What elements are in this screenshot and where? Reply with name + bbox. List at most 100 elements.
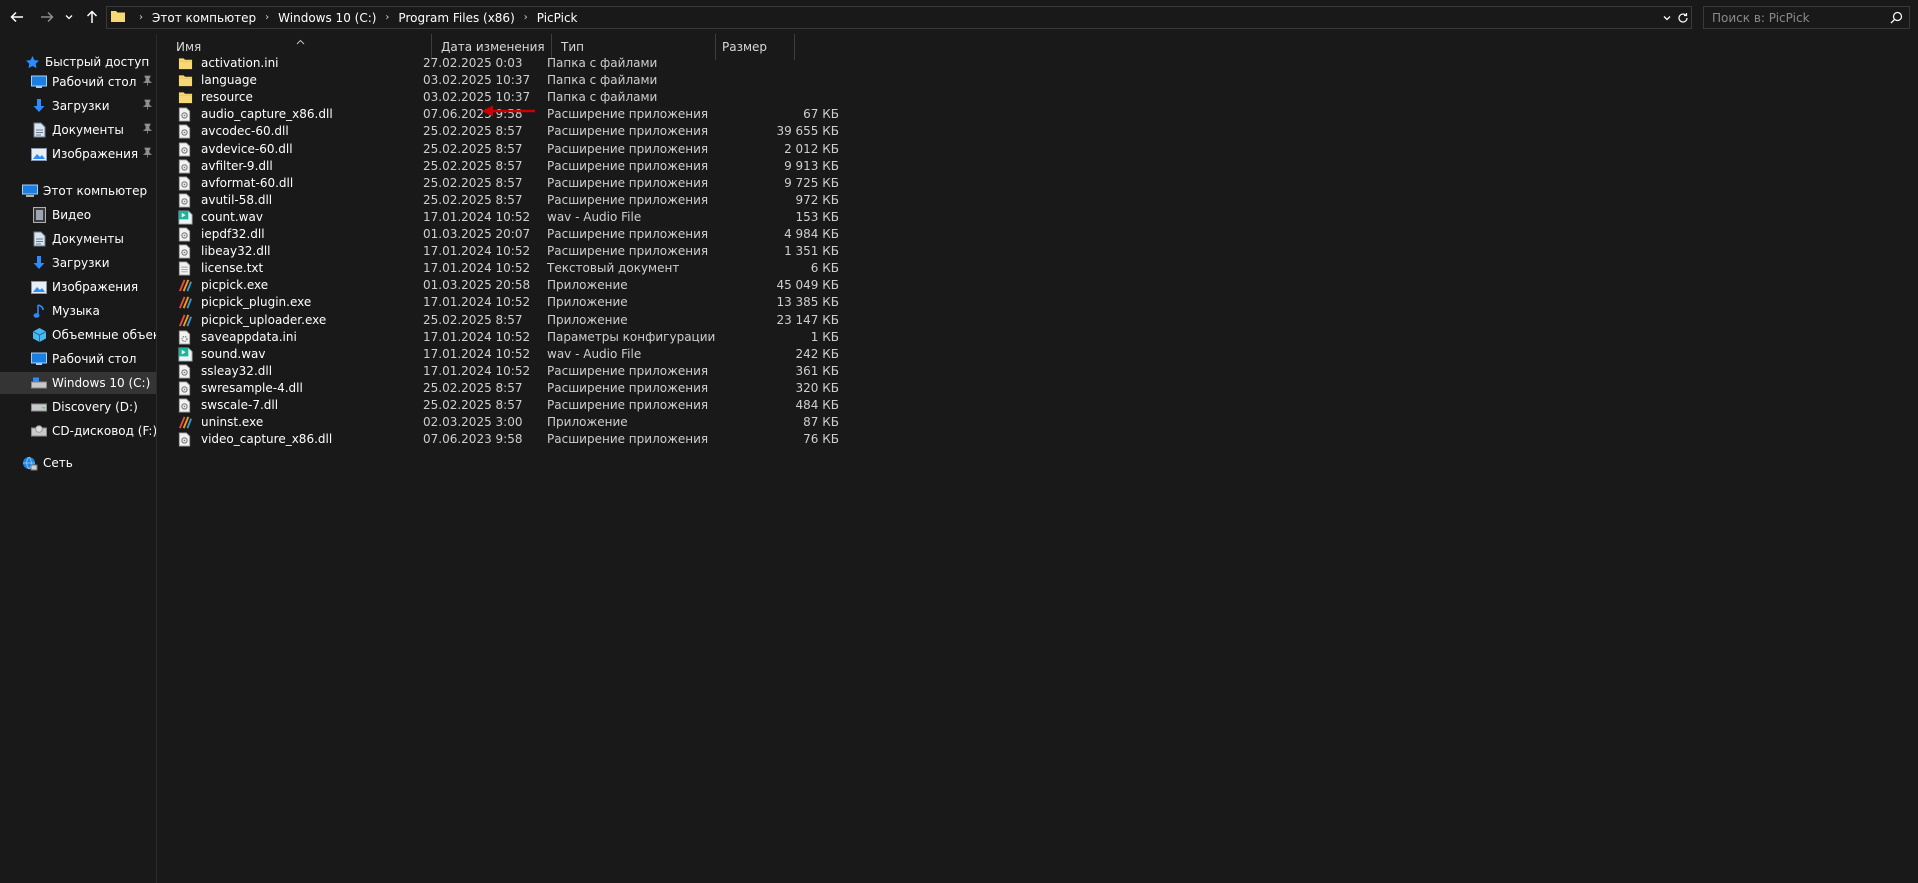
sidebar-item-label: Сеть xyxy=(43,456,73,470)
drive-icon xyxy=(31,375,47,391)
pictures-icon xyxy=(31,146,47,162)
dll-icon xyxy=(178,193,193,208)
breadcrumb-item[interactable]: Этот компьютер xyxy=(152,11,256,25)
sidebar-item-documents[interactable]: Документы xyxy=(0,119,156,141)
sidebar-item-label: Документы xyxy=(52,123,124,137)
chevron-right-icon[interactable]: › xyxy=(524,12,528,23)
address-dropdown-button[interactable] xyxy=(1659,7,1675,28)
dll-icon xyxy=(178,364,193,379)
sidebar-item-label: Документы xyxy=(52,232,124,246)
sidebar-item-music[interactable]: Музыка xyxy=(0,300,156,322)
star-icon xyxy=(24,54,40,70)
sidebar-item-label: Windows 10 (C:) xyxy=(52,376,151,390)
download-icon xyxy=(31,98,47,114)
address-toolbar: › Этот компьютер › Windows 10 (C:) › Pro… xyxy=(0,0,1918,34)
file-row[interactable]: video_capture_x86.dll 07.06.2023 9:58 Расш… xyxy=(172,429,852,450)
folder-icon xyxy=(178,56,193,71)
sidebar-item-label: CD-дисковод (F:) xyxy=(52,424,156,438)
search-input[interactable] xyxy=(1712,10,1872,25)
sidebar-item-network[interactable]: Сеть xyxy=(0,452,156,474)
folder-icon xyxy=(178,90,193,105)
search-box[interactable] xyxy=(1703,6,1910,29)
sidebar-item-pictures[interactable]: Изображения xyxy=(0,143,156,165)
pin-icon[interactable] xyxy=(142,99,153,113)
audio-file-icon xyxy=(178,210,193,225)
music-icon xyxy=(31,303,47,319)
chevron-right-icon[interactable]: › xyxy=(265,12,269,23)
desktop-icon xyxy=(31,74,47,90)
sidebar-item-pictures[interactable]: Изображения xyxy=(0,276,156,298)
sidebar-item-cd-drive[interactable]: CD-дисковод (F:) xyxy=(0,420,156,442)
column-header-label: Имя xyxy=(176,40,202,54)
sidebar-item-downloads[interactable]: Загрузки xyxy=(0,252,156,274)
documents-icon xyxy=(31,122,47,138)
search-icon[interactable] xyxy=(1890,11,1903,27)
folder-icon xyxy=(110,8,126,27)
dll-icon xyxy=(178,159,193,174)
breadcrumb-item[interactable]: Windows 10 (C:) xyxy=(278,11,376,25)
sidebar-item-video[interactable]: Видео xyxy=(0,204,156,226)
dll-icon xyxy=(178,141,193,157)
sidebar-item-label: Этот компьютер xyxy=(43,184,148,198)
sidebar-item-drive-c[interactable]: Windows 10 (C:) xyxy=(0,372,156,394)
dll-icon xyxy=(178,124,193,139)
audio-file-icon xyxy=(178,347,193,362)
network-icon xyxy=(22,455,38,471)
cd-drive-icon xyxy=(31,423,47,439)
video-icon xyxy=(31,207,47,223)
sidebar-item-documents[interactable]: Документы xyxy=(0,228,156,250)
3d-objects-icon xyxy=(31,327,47,343)
drive-icon xyxy=(31,399,47,415)
dll-icon xyxy=(178,398,193,413)
breadcrumb-item[interactable]: Program Files (x86) xyxy=(398,11,514,25)
sidebar-item-label: Видео xyxy=(52,208,92,222)
sidebar-item-downloads[interactable]: Загрузки xyxy=(0,95,156,117)
sidebar-item-label: Рабочий стол xyxy=(52,352,137,366)
chevron-right-icon: › xyxy=(139,12,143,23)
sidebar-item-3d-objects[interactable]: Объемные объекты xyxy=(0,324,156,346)
pin-icon[interactable] xyxy=(142,123,153,137)
forward-button[interactable] xyxy=(36,6,58,28)
refresh-button[interactable] xyxy=(1675,7,1691,28)
sidebar-item-label: Изображения xyxy=(52,147,139,161)
breadcrumb: › Этот компьютер › Windows 10 (C:) › Pro… xyxy=(130,11,578,25)
picpick-app-icon xyxy=(178,278,193,293)
dll-icon xyxy=(178,227,193,242)
address-bar[interactable]: › Этот компьютер › Windows 10 (C:) › Pro… xyxy=(106,6,1692,29)
up-button[interactable] xyxy=(81,6,103,28)
pictures-icon xyxy=(31,279,47,295)
sidebar-item-drive-d[interactable]: Discovery (D:) xyxy=(0,396,156,418)
navigation-pane: Быстрый доступ Рабочий стол Загрузки Док… xyxy=(0,34,157,883)
download-icon xyxy=(31,255,47,271)
file-name: video_capture_x86.dll xyxy=(201,432,333,447)
documents-icon xyxy=(31,231,47,247)
pin-icon[interactable] xyxy=(142,75,153,89)
chevron-right-icon[interactable]: › xyxy=(385,12,389,23)
dll-icon xyxy=(178,107,193,122)
sidebar-item-this-pc[interactable]: Этот компьютер xyxy=(0,180,156,202)
chevron-down-icon xyxy=(1663,15,1671,20)
dll-icon xyxy=(178,432,193,447)
sidebar-item-quick-access[interactable]: Быстрый доступ xyxy=(0,51,156,73)
dll-icon xyxy=(178,381,193,396)
file-date-modified: 07.06.2023 9:58 xyxy=(423,432,523,447)
sidebar-item-desktop[interactable]: Рабочий стол xyxy=(0,348,156,370)
config-file-icon xyxy=(178,330,193,345)
recent-locations-button[interactable] xyxy=(62,6,76,28)
sidebar-item-label: Discovery (D:) xyxy=(52,400,138,414)
dll-icon xyxy=(178,244,193,259)
sidebar-item-desktop[interactable]: Рабочий стол xyxy=(0,71,156,93)
sidebar-item-label: Загрузки xyxy=(52,99,110,113)
breadcrumb-item[interactable]: PicPick xyxy=(537,11,578,25)
sidebar-item-label: Объемные объекты xyxy=(52,328,156,342)
back-button[interactable] xyxy=(6,6,28,28)
annotation-arrow xyxy=(482,105,535,117)
column-header-label: Тип xyxy=(561,40,584,54)
file-list-pane: Имя Дата изменения Тип Размер activation… xyxy=(158,34,1918,883)
sidebar-item-label: Музыка xyxy=(52,304,100,318)
arrow-left-icon xyxy=(10,11,23,23)
computer-icon xyxy=(22,183,38,199)
pin-icon[interactable] xyxy=(142,147,153,161)
refresh-icon xyxy=(1678,12,1688,23)
file-size: 76 КБ xyxy=(803,432,839,447)
